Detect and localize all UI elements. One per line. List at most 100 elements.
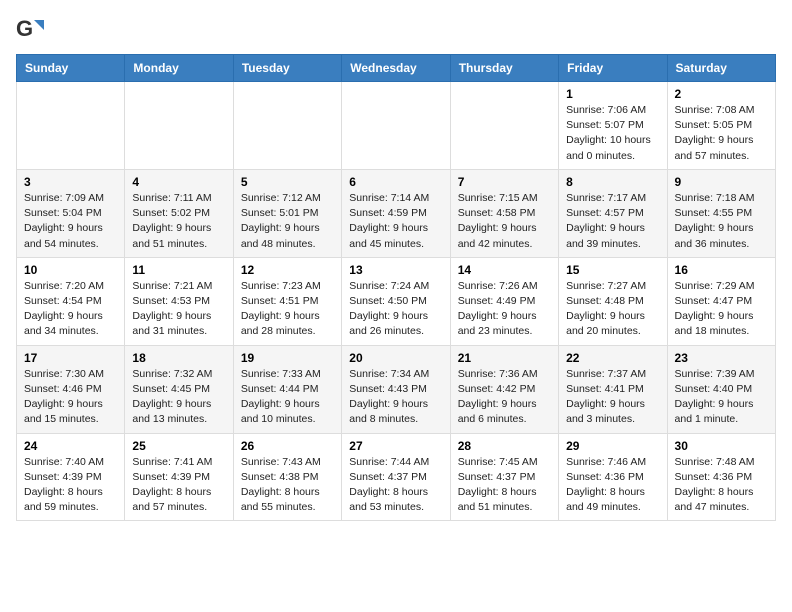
- day-cell-23: 23 Sunrise: 7:39 AM Sunset: 4:40 PM Dayli…: [667, 345, 775, 433]
- day-info: Sunrise: 7:43 AM Sunset: 4:38 PM Dayligh…: [241, 455, 334, 516]
- day-info: Sunrise: 7:27 AM Sunset: 4:48 PM Dayligh…: [566, 279, 659, 340]
- day-info: Sunrise: 7:18 AM Sunset: 4:55 PM Dayligh…: [675, 191, 768, 252]
- day-info: Sunrise: 7:14 AM Sunset: 4:59 PM Dayligh…: [349, 191, 442, 252]
- day-info: Sunrise: 7:17 AM Sunset: 4:57 PM Dayligh…: [566, 191, 659, 252]
- week-row-1: 1 Sunrise: 7:06 AM Sunset: 5:07 PM Daylig…: [17, 82, 776, 170]
- day-info: Sunrise: 7:08 AM Sunset: 5:05 PM Dayligh…: [675, 103, 768, 164]
- day-cell-4: 4 Sunrise: 7:11 AM Sunset: 5:02 PM Daylig…: [125, 169, 233, 257]
- weekday-header-wednesday: Wednesday: [342, 55, 450, 82]
- day-cell-19: 19 Sunrise: 7:33 AM Sunset: 4:44 PM Dayli…: [233, 345, 341, 433]
- day-info: Sunrise: 7:20 AM Sunset: 4:54 PM Dayligh…: [24, 279, 117, 340]
- day-cell-3: 3 Sunrise: 7:09 AM Sunset: 5:04 PM Daylig…: [17, 169, 125, 257]
- day-number: 25: [132, 439, 225, 453]
- day-number: 8: [566, 175, 659, 189]
- weekday-header-row: SundayMondayTuesdayWednesdayThursdayFrid…: [17, 55, 776, 82]
- day-info: Sunrise: 7:24 AM Sunset: 4:50 PM Dayligh…: [349, 279, 442, 340]
- day-info: Sunrise: 7:34 AM Sunset: 4:43 PM Dayligh…: [349, 367, 442, 428]
- day-cell-27: 27 Sunrise: 7:44 AM Sunset: 4:37 PM Dayli…: [342, 433, 450, 521]
- day-number: 12: [241, 263, 334, 277]
- day-cell-10: 10 Sunrise: 7:20 AM Sunset: 4:54 PM Dayli…: [17, 257, 125, 345]
- day-info: Sunrise: 7:29 AM Sunset: 4:47 PM Dayligh…: [675, 279, 768, 340]
- day-number: 13: [349, 263, 442, 277]
- day-cell-18: 18 Sunrise: 7:32 AM Sunset: 4:45 PM Dayli…: [125, 345, 233, 433]
- day-info: Sunrise: 7:11 AM Sunset: 5:02 PM Dayligh…: [132, 191, 225, 252]
- day-cell-25: 25 Sunrise: 7:41 AM Sunset: 4:39 PM Dayli…: [125, 433, 233, 521]
- day-cell-12: 12 Sunrise: 7:23 AM Sunset: 4:51 PM Dayli…: [233, 257, 341, 345]
- day-number: 22: [566, 351, 659, 365]
- weekday-header-tuesday: Tuesday: [233, 55, 341, 82]
- day-info: Sunrise: 7:06 AM Sunset: 5:07 PM Dayligh…: [566, 103, 659, 164]
- day-info: Sunrise: 7:21 AM Sunset: 4:53 PM Dayligh…: [132, 279, 225, 340]
- day-info: Sunrise: 7:23 AM Sunset: 4:51 PM Dayligh…: [241, 279, 334, 340]
- day-cell-15: 15 Sunrise: 7:27 AM Sunset: 4:48 PM Dayli…: [559, 257, 667, 345]
- day-cell-30: 30 Sunrise: 7:48 AM Sunset: 4:36 PM Dayli…: [667, 433, 775, 521]
- day-info: Sunrise: 7:37 AM Sunset: 4:41 PM Dayligh…: [566, 367, 659, 428]
- day-number: 9: [675, 175, 768, 189]
- day-info: Sunrise: 7:15 AM Sunset: 4:58 PM Dayligh…: [458, 191, 551, 252]
- calendar-header: SundayMondayTuesdayWednesdayThursdayFrid…: [17, 55, 776, 82]
- day-info: Sunrise: 7:12 AM Sunset: 5:01 PM Dayligh…: [241, 191, 334, 252]
- day-number: 23: [675, 351, 768, 365]
- day-number: 1: [566, 87, 659, 101]
- day-number: 20: [349, 351, 442, 365]
- day-cell-22: 22 Sunrise: 7:37 AM Sunset: 4:41 PM Dayli…: [559, 345, 667, 433]
- day-number: 24: [24, 439, 117, 453]
- day-number: 4: [132, 175, 225, 189]
- day-number: 10: [24, 263, 117, 277]
- empty-cell: [450, 82, 558, 170]
- day-number: 29: [566, 439, 659, 453]
- logo-icon: G: [16, 16, 44, 44]
- day-number: 15: [566, 263, 659, 277]
- day-info: Sunrise: 7:26 AM Sunset: 4:49 PM Dayligh…: [458, 279, 551, 340]
- weekday-header-thursday: Thursday: [450, 55, 558, 82]
- day-number: 2: [675, 87, 768, 101]
- day-cell-13: 13 Sunrise: 7:24 AM Sunset: 4:50 PM Dayli…: [342, 257, 450, 345]
- week-row-3: 10 Sunrise: 7:20 AM Sunset: 4:54 PM Dayli…: [17, 257, 776, 345]
- day-number: 6: [349, 175, 442, 189]
- empty-cell: [17, 82, 125, 170]
- calendar-body: 1 Sunrise: 7:06 AM Sunset: 5:07 PM Daylig…: [17, 82, 776, 521]
- day-info: Sunrise: 7:36 AM Sunset: 4:42 PM Dayligh…: [458, 367, 551, 428]
- day-number: 14: [458, 263, 551, 277]
- day-cell-24: 24 Sunrise: 7:40 AM Sunset: 4:39 PM Dayli…: [17, 433, 125, 521]
- day-number: 7: [458, 175, 551, 189]
- week-row-5: 24 Sunrise: 7:40 AM Sunset: 4:39 PM Dayli…: [17, 433, 776, 521]
- calendar-table: SundayMondayTuesdayWednesdayThursdayFrid…: [16, 54, 776, 521]
- day-cell-21: 21 Sunrise: 7:36 AM Sunset: 4:42 PM Dayli…: [450, 345, 558, 433]
- day-cell-16: 16Sunrise: 7:29 AM Sunset: 4:47 PM Dayli…: [667, 257, 775, 345]
- day-cell-17: 17Sunrise: 7:30 AM Sunset: 4:46 PM Dayli…: [17, 345, 125, 433]
- day-cell-29: 29 Sunrise: 7:46 AM Sunset: 4:36 PM Dayli…: [559, 433, 667, 521]
- day-cell-6: 6 Sunrise: 7:14 AM Sunset: 4:59 PM Daylig…: [342, 169, 450, 257]
- weekday-header-sunday: Sunday: [17, 55, 125, 82]
- day-info: Sunrise: 7:48 AM Sunset: 4:36 PM Dayligh…: [675, 455, 768, 516]
- day-info: Sunrise: 7:44 AM Sunset: 4:37 PM Dayligh…: [349, 455, 442, 516]
- day-number: 5: [241, 175, 334, 189]
- day-cell-20: 20 Sunrise: 7:34 AM Sunset: 4:43 PM Dayli…: [342, 345, 450, 433]
- day-cell-7: 7 Sunrise: 7:15 AM Sunset: 4:58 PM Daylig…: [450, 169, 558, 257]
- empty-cell: [342, 82, 450, 170]
- day-cell-8: 8 Sunrise: 7:17 AM Sunset: 4:57 PM Daylig…: [559, 169, 667, 257]
- day-cell-1: 1 Sunrise: 7:06 AM Sunset: 5:07 PM Daylig…: [559, 82, 667, 170]
- day-number: 3: [24, 175, 117, 189]
- day-number: 19: [241, 351, 334, 365]
- day-info: Sunrise: 7:39 AM Sunset: 4:40 PM Dayligh…: [675, 367, 768, 428]
- week-row-2: 3 Sunrise: 7:09 AM Sunset: 5:04 PM Daylig…: [17, 169, 776, 257]
- weekday-header-saturday: Saturday: [667, 55, 775, 82]
- day-number: 21: [458, 351, 551, 365]
- logo: G: [16, 16, 48, 44]
- day-info: Sunrise: 7:46 AM Sunset: 4:36 PM Dayligh…: [566, 455, 659, 516]
- day-number: 26: [241, 439, 334, 453]
- day-info: Sunrise: 7:09 AM Sunset: 5:04 PM Dayligh…: [24, 191, 117, 252]
- day-number: 30: [675, 439, 768, 453]
- day-info: Sunrise: 7:41 AM Sunset: 4:39 PM Dayligh…: [132, 455, 225, 516]
- day-number: 18: [132, 351, 225, 365]
- day-cell-26: 26 Sunrise: 7:43 AM Sunset: 4:38 PM Dayli…: [233, 433, 341, 521]
- day-number: 27: [349, 439, 442, 453]
- day-cell-11: 11Sunrise: 7:21 AM Sunset: 4:53 PM Dayli…: [125, 257, 233, 345]
- week-row-4: 17Sunrise: 7:30 AM Sunset: 4:46 PM Dayli…: [17, 345, 776, 433]
- day-info: Sunrise: 7:32 AM Sunset: 4:45 PM Dayligh…: [132, 367, 225, 428]
- day-info: Sunrise: 7:45 AM Sunset: 4:37 PM Dayligh…: [458, 455, 551, 516]
- svg-text:G: G: [16, 16, 33, 41]
- day-info: Sunrise: 7:40 AM Sunset: 4:39 PM Dayligh…: [24, 455, 117, 516]
- day-info: Sunrise: 7:33 AM Sunset: 4:44 PM Dayligh…: [241, 367, 334, 428]
